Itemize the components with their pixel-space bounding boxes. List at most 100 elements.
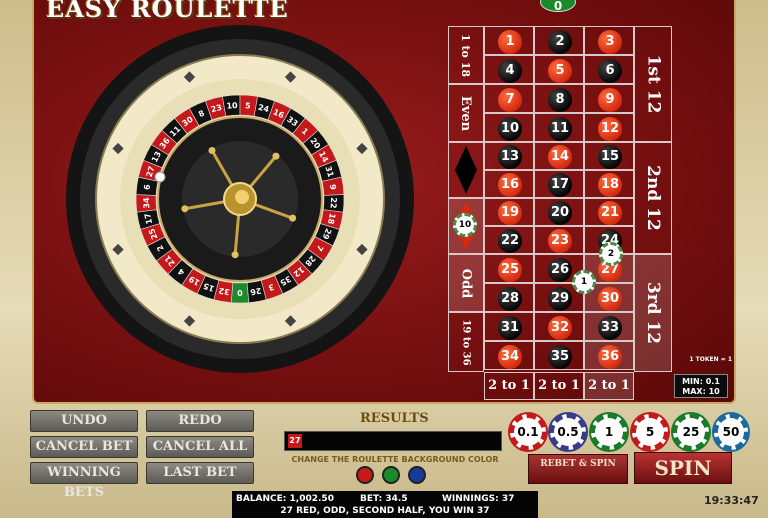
number-cell-36[interactable]: 36: [584, 341, 634, 370]
chip-25[interactable]: 25: [673, 414, 709, 450]
number-cell-12[interactable]: 12: [584, 113, 634, 142]
number-cell-13[interactable]: 13: [484, 142, 534, 170]
number-cell-31[interactable]: 31: [484, 312, 534, 341]
number-cell-4[interactable]: 4: [484, 55, 534, 84]
number-cell-11[interactable]: 11: [534, 113, 584, 142]
token-note: 1 TOKEN = 1: [689, 356, 732, 363]
number-label: 34: [498, 344, 522, 369]
number-label: 26: [548, 257, 572, 282]
bg-green-button[interactable]: [382, 466, 400, 484]
number-label: 15: [598, 145, 622, 169]
wheel-spoke-knob: [208, 147, 216, 155]
number-label: 31: [498, 315, 522, 340]
chip-1[interactable]: 1: [591, 414, 627, 450]
wheel-pocket-number: 26: [249, 286, 262, 297]
redo-button[interactable]: REDO: [146, 410, 254, 432]
number-cell-9[interactable]: 9: [584, 84, 634, 113]
number-label: 29: [548, 286, 572, 311]
number-label: 22: [498, 229, 522, 253]
game-title: EASY ROULETTE: [46, 0, 289, 23]
number-cell-3[interactable]: 3: [584, 26, 634, 55]
number-cell-18[interactable]: 18: [584, 170, 634, 198]
number-cell-19[interactable]: 19: [484, 198, 534, 226]
chip-0.1[interactable]: 0.1: [510, 414, 546, 450]
number-cell-32[interactable]: 32: [534, 312, 584, 341]
last-bet-button[interactable]: LAST BET: [146, 462, 254, 484]
number-cell-17[interactable]: 17: [534, 170, 584, 198]
results-history: 27: [284, 431, 502, 451]
placed-chip: 2: [599, 242, 623, 266]
bg-blue-button[interactable]: [408, 466, 426, 484]
number-cell-10[interactable]: 10: [484, 113, 534, 142]
balance-display: BALANCE: 1,002.50: [236, 494, 334, 504]
number-label: 12: [598, 116, 622, 141]
placed-chip: 10: [453, 213, 477, 237]
roulette-wheel: 03215194212251734627133611308 23 10 5 24 1633…: [66, 25, 414, 373]
number-label: 20: [548, 201, 572, 225]
number-cell-23[interactable]: 23: [534, 226, 584, 254]
result-message: 27 RED, ODD, SECOND HALF, YOU WIN 37: [280, 506, 490, 516]
number-cell-28[interactable]: 28: [484, 283, 534, 312]
bet-display: BET: 34.5: [360, 494, 408, 504]
bg-red-button[interactable]: [356, 466, 374, 484]
number-cell-6[interactable]: 6: [584, 55, 634, 84]
number-label: 32: [548, 315, 572, 340]
bet-dozen-3[interactable]: 3rd 12: [634, 254, 672, 372]
cancel-all-button[interactable]: CANCEL ALL: [146, 436, 254, 458]
bet-column-2[interactable]: 2 to 1: [534, 372, 584, 400]
number-label: 23: [548, 229, 572, 253]
min-limit: MIN: 0.1: [682, 377, 720, 386]
number-cell-25[interactable]: 25: [484, 254, 534, 283]
dozen-2-label: 2nd 12: [643, 165, 663, 231]
wheel-spoke-knob: [272, 152, 280, 160]
cancel-bet-button[interactable]: CANCEL BET: [30, 436, 138, 458]
number-label: 10: [498, 116, 522, 141]
bet-column-3[interactable]: 2 to 1: [584, 372, 634, 400]
number-cell-20[interactable]: 20: [534, 198, 584, 226]
result-entry: 27: [288, 434, 302, 448]
number-cell-22[interactable]: 22: [484, 226, 534, 254]
number-cell-1[interactable]: 1: [484, 26, 534, 55]
number-label: 18: [598, 173, 622, 197]
wheel-pocket-number: 34: [142, 197, 151, 209]
number-label: 9: [598, 87, 622, 112]
number-cell-2[interactable]: 2: [534, 26, 584, 55]
background-color-label: CHANGE THE ROULETTE BACKGROUND COLOR: [291, 455, 499, 464]
number-cell-21[interactable]: 21: [584, 198, 634, 226]
number-label: 8: [548, 87, 572, 112]
spin-button[interactable]: SPIN: [634, 452, 732, 484]
number-cell-15[interactable]: 15: [584, 142, 634, 170]
number-label: 16: [498, 173, 522, 197]
wheel-hub-cap: [235, 190, 249, 204]
status-bar: BALANCE: 1,002.50 BET: 34.5 WINNINGS: 37…: [232, 491, 538, 518]
number-cell-35[interactable]: 35: [534, 341, 584, 370]
chip-0.5[interactable]: 0.5: [550, 414, 586, 450]
wheel-pocket-number: 10: [226, 101, 238, 111]
bet-limits: MIN: 0.1 MAX: 10: [674, 374, 728, 398]
wheel-pocket-number: 0: [237, 288, 243, 297]
undo-button[interactable]: UNDO: [30, 410, 138, 432]
winning-bets-button[interactable]: WINNING BETS: [30, 462, 138, 500]
number-cell-5[interactable]: 5: [534, 55, 584, 84]
wheel-spoke-knob: [231, 251, 239, 259]
number-cell-33[interactable]: 33: [584, 312, 634, 341]
number-cell-34[interactable]: 34: [484, 341, 534, 370]
chip-50[interactable]: 50: [714, 414, 748, 450]
dozen-3-label: 3rd 12: [643, 281, 663, 345]
number-cell-14[interactable]: 14: [534, 142, 584, 170]
number-cell-16[interactable]: 16: [484, 170, 534, 198]
number-cell-8[interactable]: 8: [534, 84, 584, 113]
number-label: 17: [548, 173, 572, 197]
bet-dozen-1[interactable]: 1st 12: [634, 26, 672, 142]
dozen-1-label: 1st 12: [643, 54, 664, 114]
rebet-spin-button[interactable]: REBET & SPIN: [528, 454, 628, 484]
number-label: 28: [498, 286, 522, 311]
number-label: 19: [498, 201, 522, 225]
number-label: 5: [548, 58, 572, 83]
wheel-pocket-number: 22: [329, 197, 338, 209]
chip-5[interactable]: 5: [632, 414, 668, 450]
number-cell-7[interactable]: 7: [484, 84, 534, 113]
bet-column-1[interactable]: 2 to 1: [484, 372, 534, 400]
bet-dozen-2[interactable]: 2nd 12: [634, 142, 672, 254]
wheel-spoke-knob: [181, 205, 189, 213]
